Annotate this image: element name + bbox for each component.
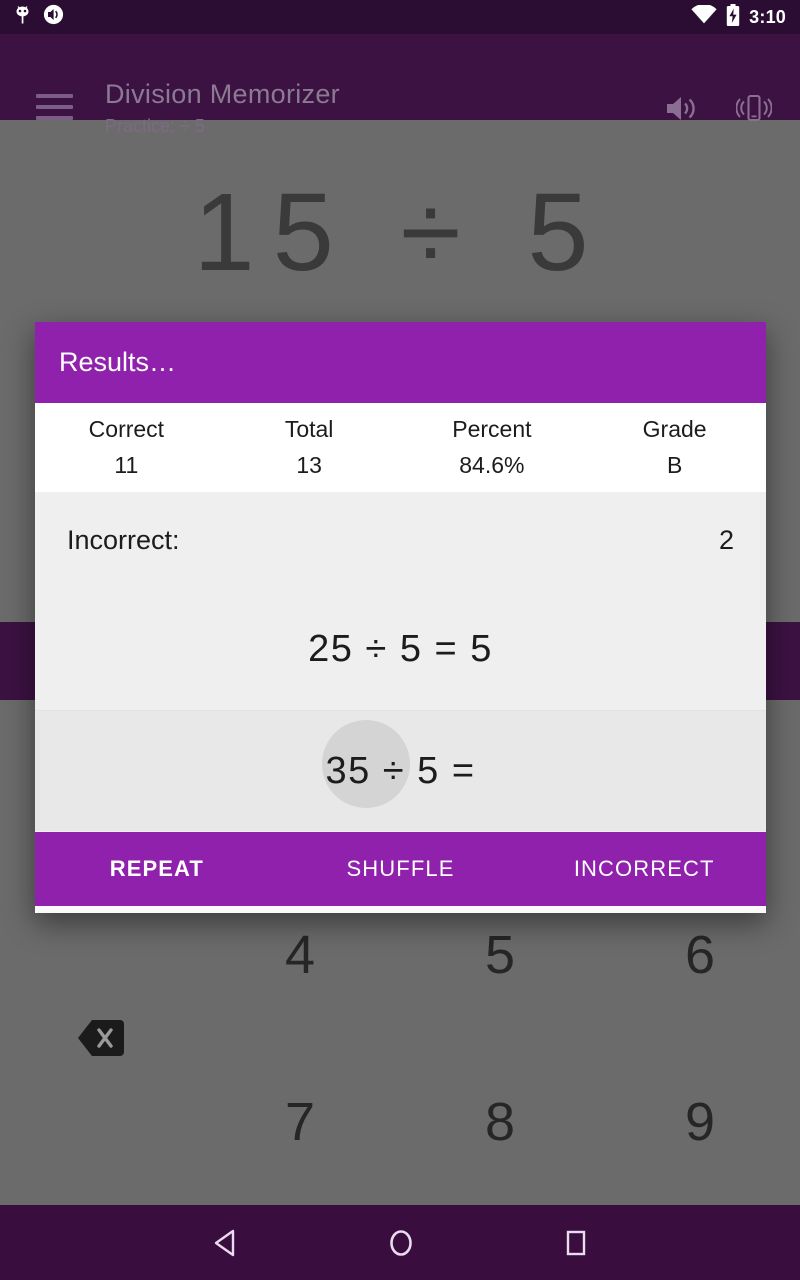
incorrect-equation: 35 ÷ 5 = — [325, 749, 476, 792]
stat-header: Correct — [88, 416, 165, 442]
incorrect-label: Incorrect: — [67, 525, 180, 555]
home-circle-icon[interactable] — [388, 1228, 414, 1258]
keypad-key-9[interactable]: 9 — [600, 1084, 800, 1160]
incorrect-button[interactable]: INCORRECT — [522, 856, 766, 882]
wifi-icon — [691, 4, 717, 29]
app-bar-actions — [665, 93, 773, 128]
volume-up-icon[interactable] — [665, 95, 698, 127]
list-item[interactable]: 25 ÷ 5 = 5 — [35, 589, 766, 710]
repeat-button[interactable]: REPEAT — [35, 856, 279, 882]
dialog-title-bar: Results… — [35, 322, 766, 403]
keypad-key-5[interactable]: 5 — [400, 917, 600, 993]
stats-table: Correct 11 Total 13 Percent 84.6% Grade … — [35, 403, 766, 492]
stat-value: 11 — [114, 452, 139, 478]
vibration-icon[interactable] — [735, 93, 773, 128]
backspace-icon[interactable] — [78, 1018, 124, 1058]
stat-value: B — [666, 452, 683, 478]
status-bar-left-icons — [14, 4, 64, 30]
recents-square-icon[interactable] — [564, 1229, 588, 1257]
back-triangle-icon[interactable] — [212, 1229, 238, 1257]
problem-display: 15 ÷ 5 — [193, 171, 607, 294]
stat-column-grade: Grade B — [583, 403, 766, 492]
keypad-key-4[interactable]: 4 — [200, 917, 400, 993]
incorrect-equation: 25 ÷ 5 = 5 — [308, 628, 493, 670]
keypad-key-8[interactable]: 8 — [400, 1084, 600, 1160]
results-dialog: Results… Correct 11 Total 13 Percent 84.… — [35, 322, 766, 913]
incorrect-count: 2 — [718, 525, 734, 555]
keypad-key-7[interactable]: 7 — [200, 1084, 400, 1160]
keypad-key-6[interactable]: 6 — [600, 917, 800, 993]
incorrect-header: Incorrect: 2 — [35, 492, 766, 589]
keypad-key[interactable] — [0, 1084, 200, 1160]
stat-header: Percent — [452, 416, 532, 442]
phone-screen: 3:10 Division Memorizer Practice: ÷ 5 15… — [0, 0, 800, 1280]
stat-value: 13 — [296, 452, 322, 478]
app-title: Division Memorizer — [105, 79, 340, 109]
stat-value: 84.6% — [459, 452, 525, 478]
status-bar: 3:10 — [0, 0, 800, 34]
android-debug-icon — [14, 5, 31, 30]
system-nav-bar — [0, 1205, 800, 1280]
incorrect-section: Incorrect: 2 25 ÷ 5 = 5 35 ÷ 5 = — [35, 492, 766, 832]
app-bar: Division Memorizer Practice: ÷ 5 — [0, 34, 800, 136]
stat-column-percent: Percent 84.6% — [401, 403, 584, 492]
status-bar-right-icons: 3:10 — [691, 3, 786, 31]
list-item[interactable]: 35 ÷ 5 = — [35, 710, 766, 831]
status-bar-clock: 3:10 — [749, 7, 786, 27]
hamburger-menu-icon[interactable] — [36, 94, 73, 120]
dialog-title-text: Results… — [59, 347, 177, 377]
keypad-key[interactable] — [0, 917, 200, 993]
volume-notification-icon — [43, 4, 64, 30]
keypad-row: 4 5 6 — [0, 917, 800, 993]
battery-charging-icon — [726, 3, 740, 31]
dialog-action-bar: REPEAT SHUFFLE INCORRECT — [35, 832, 766, 906]
app-subtitle: Practice: ÷ 5 — [105, 116, 205, 136]
stat-header: Grade — [642, 416, 707, 442]
keypad-row: 7 8 9 — [0, 1084, 800, 1160]
stat-column-correct: Correct 11 — [35, 403, 218, 492]
stat-column-total: Total 13 — [218, 403, 401, 492]
shuffle-button[interactable]: SHUFFLE — [279, 856, 523, 882]
stat-header: Total — [284, 416, 334, 442]
